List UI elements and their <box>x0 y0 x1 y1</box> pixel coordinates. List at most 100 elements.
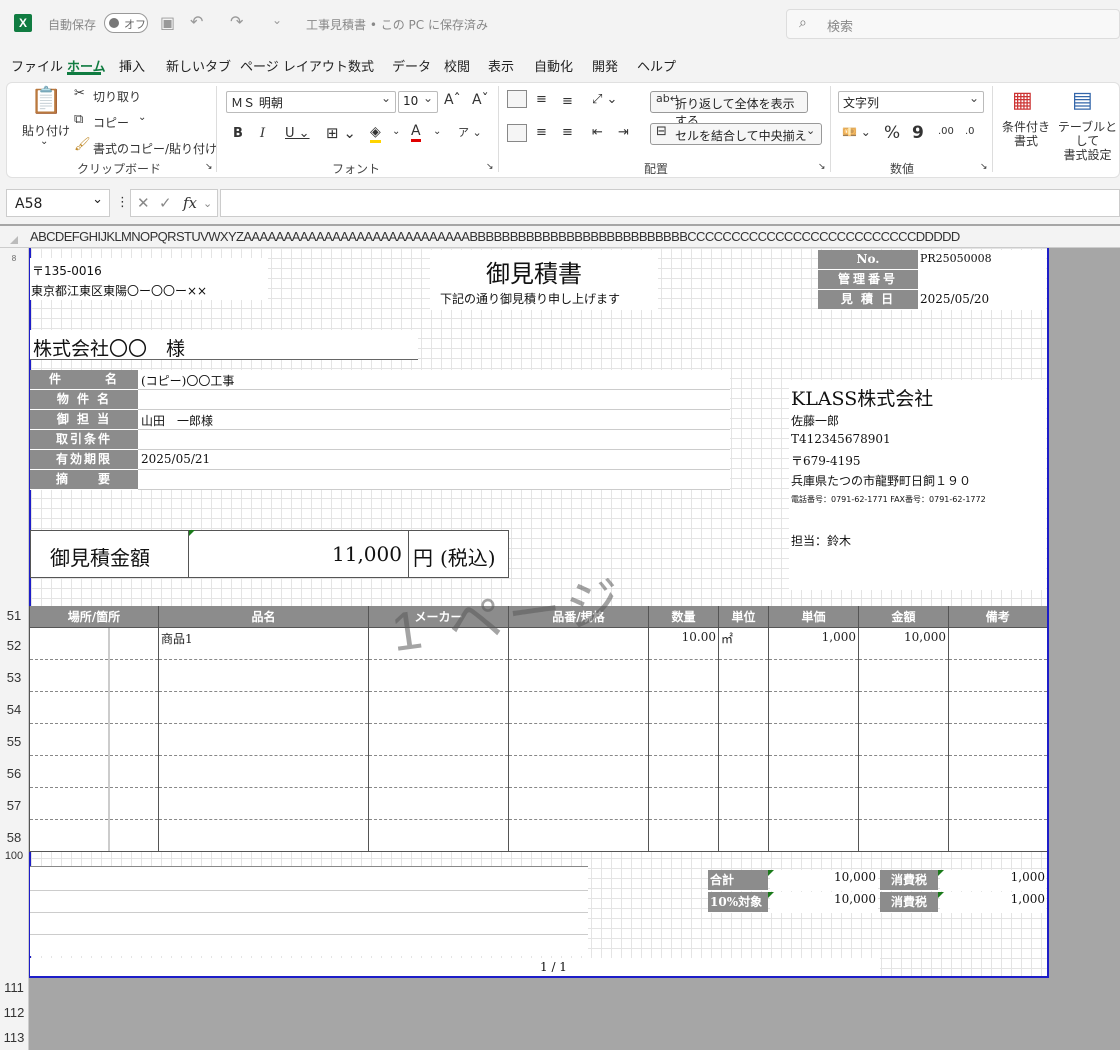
table-cell-name[interactable] <box>158 755 369 788</box>
customize-qat-icon[interactable]: ⌄ <box>272 13 282 27</box>
quote-no-value[interactable]: PR25050008 <box>920 252 992 265</box>
table-cell-price[interactable] <box>768 659 859 692</box>
table-cell-amount[interactable] <box>858 659 949 692</box>
font-launcher-icon[interactable]: ↘ <box>486 162 494 172</box>
more-icon[interactable]: ⋮ <box>116 195 129 210</box>
tax-value[interactable]: 1,000 <box>940 870 1046 891</box>
total-unit[interactable]: 円 <box>413 542 433 571</box>
increase-decimal-icon[interactable]: .00 <box>938 126 954 137</box>
table-cell-maker[interactable] <box>368 691 509 724</box>
insert-function-icon[interactable]: fx <box>183 194 197 212</box>
cancel-icon[interactable]: ✕ <box>137 194 150 212</box>
conditional-format-icon[interactable]: ▦ <box>1012 88 1033 113</box>
column-header-cell[interactable]: 備考 <box>948 606 1047 628</box>
row-number[interactable]: 58 <box>0 830 28 845</box>
format-as-table-button[interactable]: テーブルとして 書式設定 <box>1055 120 1120 162</box>
format-painter-button[interactable]: 書式のコピー/貼り付け <box>93 140 217 157</box>
table-cell-spec[interactable] <box>508 723 649 756</box>
decrease-font-icon[interactable]: Aˇ <box>472 92 489 108</box>
customer-address[interactable]: 東京都江東区東陽〇ー〇〇ー×× <box>31 282 207 299</box>
tab-file[interactable]: ファイル <box>11 56 63 75</box>
row-number[interactable]: 100 <box>0 850 28 862</box>
table-cell-name[interactable] <box>158 819 369 852</box>
table-cell-note[interactable] <box>948 819 1047 852</box>
column-header-cell[interactable]: 場所/箇所 <box>29 606 159 628</box>
row-header[interactable]: 8 51 52 53 54 55 56 57 58 100 111 112 11… <box>0 248 29 1050</box>
row-number[interactable]: 56 <box>0 766 28 781</box>
currency-icon[interactable]: 💴 ⌄ <box>842 125 871 139</box>
contact-person[interactable]: 担当：鈴木 <box>791 532 851 549</box>
table-cell-price[interactable] <box>768 787 859 820</box>
tab-help[interactable]: ヘルプ <box>637 56 676 75</box>
scissors-icon[interactable]: ✂ <box>74 86 85 101</box>
align-top-icon[interactable] <box>507 90 527 108</box>
table-cell-price[interactable]: 1,000 <box>768 627 859 660</box>
table-cell-price[interactable] <box>768 819 859 852</box>
merge-dropdown-icon[interactable]: ⌄ <box>806 124 815 137</box>
table-cell-amount[interactable] <box>858 691 949 724</box>
table-cell-note[interactable] <box>948 691 1047 724</box>
table-cell-amount[interactable] <box>858 819 949 852</box>
tab-review[interactable]: 校閲 <box>444 56 470 75</box>
align-center-icon[interactable]: ≡ <box>536 125 547 140</box>
table-cell-place[interactable] <box>29 659 159 692</box>
table-cell-amount[interactable] <box>858 787 949 820</box>
table-cell-maker[interactable] <box>368 659 509 692</box>
field-value[interactable]: 2025/05/21 <box>141 452 210 466</box>
row-number[interactable]: 53 <box>0 670 28 685</box>
table-cell-amount[interactable]: 10,000 <box>858 627 949 660</box>
table-cell-note[interactable] <box>948 723 1047 756</box>
align-right-icon[interactable]: ≡ <box>562 125 573 140</box>
fill-dropdown-icon[interactable]: ⌄ <box>392 126 400 137</box>
table-cell-name[interactable] <box>158 659 369 692</box>
enter-icon[interactable]: ✓ <box>159 194 172 212</box>
tab-insert[interactable]: 挿入 <box>119 56 145 75</box>
column-header-cell[interactable]: 金額 <box>858 606 949 628</box>
table-cell-unit[interactable] <box>718 819 769 852</box>
name-box[interactable]: A58 <box>6 189 110 217</box>
format-painter-icon[interactable]: 🖌 <box>74 137 91 152</box>
table-cell-qty[interactable] <box>648 659 719 692</box>
row-number[interactable]: 52 <box>0 638 28 653</box>
table-cell-place[interactable] <box>29 755 159 788</box>
table-cell-amount[interactable] <box>858 723 949 756</box>
table-cell-qty[interactable] <box>648 755 719 788</box>
comma-icon[interactable]: 9 <box>912 123 924 143</box>
table-cell-note[interactable] <box>948 627 1047 660</box>
column-header-cell[interactable]: 品名 <box>158 606 369 628</box>
copy-button[interactable]: コピー <box>93 114 129 131</box>
subtotal-value[interactable]: 10,000 <box>770 870 878 891</box>
row-number[interactable]: 8 <box>0 254 28 263</box>
table-cell-price[interactable] <box>768 755 859 788</box>
font-color-icon[interactable]: A <box>411 123 421 142</box>
table-cell-qty[interactable] <box>648 819 719 852</box>
tab-developer[interactable]: 開発 <box>592 56 618 75</box>
table-cell-place[interactable] <box>29 627 159 660</box>
fx-dropdown-icon[interactable]: ⌄ <box>203 197 212 210</box>
table-cell-maker[interactable] <box>368 723 509 756</box>
align-left-icon[interactable] <box>507 124 527 142</box>
table-cell-place[interactable] <box>29 787 159 820</box>
table-cell-spec[interactable] <box>508 691 649 724</box>
table-cell-unit[interactable] <box>718 755 769 788</box>
table-format-icon[interactable]: ▤ <box>1072 88 1093 113</box>
phonetic-icon[interactable]: ア ⌄ <box>458 124 482 140</box>
table-cell-maker[interactable] <box>368 787 509 820</box>
select-all-icon[interactable] <box>10 236 18 244</box>
search-box[interactable]: ⌕ 検索 <box>786 9 1120 39</box>
paste-dropdown-icon[interactable]: ⌄ <box>40 136 48 147</box>
column-header-cell[interactable]: 数量 <box>648 606 719 628</box>
row-number[interactable]: 112 <box>0 1005 28 1020</box>
field-value[interactable]: (コピー)〇〇工事 <box>141 372 234 389</box>
column-header[interactable]: ABCDEFGHIJKLMNOPQRSTUVWXYZAAAAAAAAAAAAAA… <box>0 226 1120 248</box>
page-indicator[interactable]: 1 / 1 <box>540 960 567 974</box>
tab-page-layout[interactable]: ページ レイアウト <box>240 56 348 75</box>
postal-code[interactable]: 〒135-0016 <box>32 262 102 279</box>
table-cell-qty[interactable] <box>648 787 719 820</box>
font-color-dropdown-icon[interactable]: ⌄ <box>433 126 441 137</box>
total-tax-note[interactable]: (税込) <box>440 542 496 571</box>
percent-icon[interactable]: % <box>884 123 900 143</box>
table-cell-amount[interactable] <box>858 755 949 788</box>
clipboard-launcher-icon[interactable]: ↘ <box>205 162 213 172</box>
increase-font-icon[interactable]: Aˆ <box>444 92 461 108</box>
